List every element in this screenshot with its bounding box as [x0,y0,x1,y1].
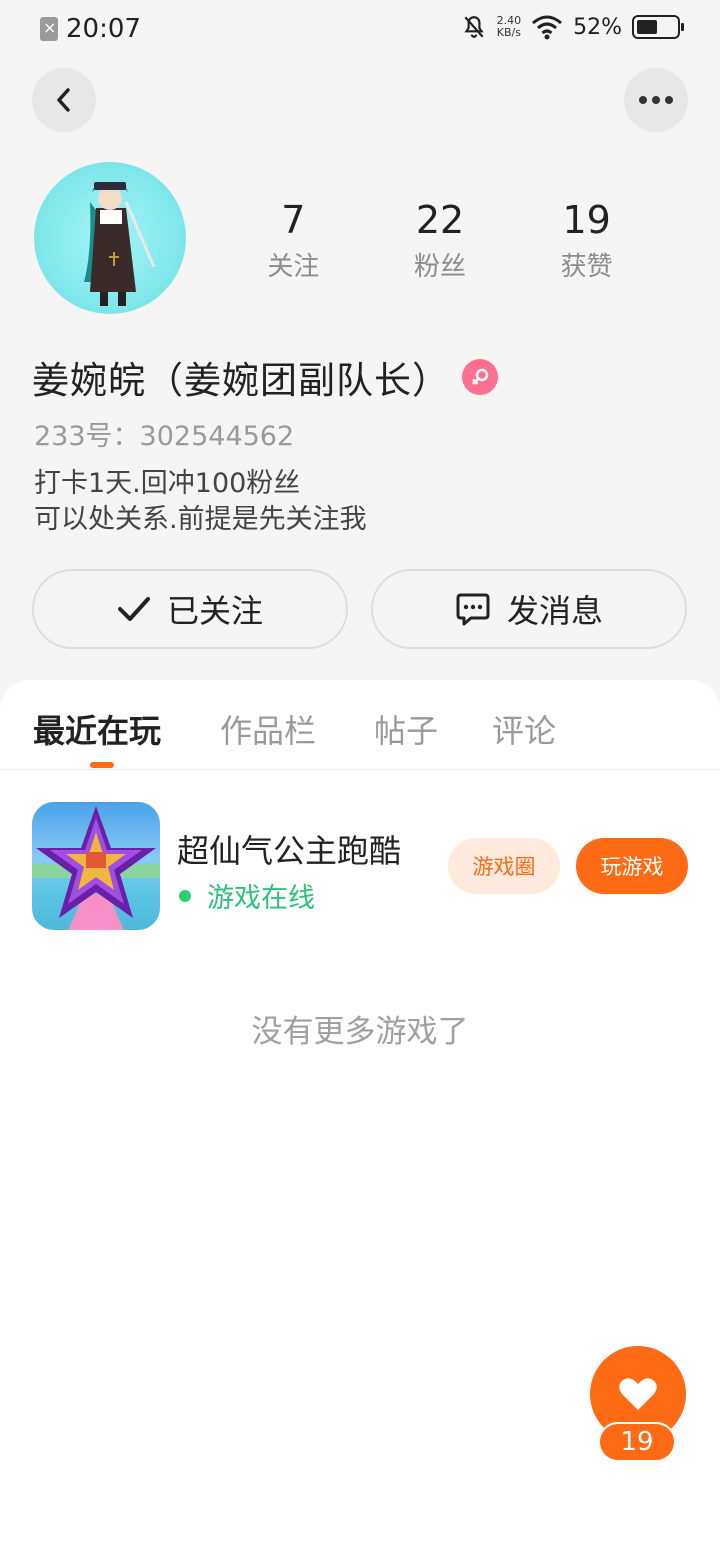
user-id-value: 302544562 [139,421,295,452]
followed-button-label: 已关注 [166,592,263,630]
back-button[interactable] [32,68,96,132]
heart-icon [619,1378,657,1410]
user-id-label: 233号： [34,421,140,452]
active-tab-indicator [90,762,114,768]
stat-followers[interactable]: 22 粉丝 [367,196,514,283]
tab-comments[interactable]: 评论 [492,706,556,752]
bio-line: 打卡1天.回冲100粉丝 [34,468,301,499]
game-star-icon [32,806,160,930]
stat-following-label: 关注 [267,252,320,282]
avatar-character-image [84,182,156,306]
chat-bubble-icon [456,593,490,626]
tab-posts[interactable]: 帖子 [374,706,438,752]
user-bio: 打卡1天.回冲100粉丝 可以处关系.前提是先关注我 [34,466,367,538]
more-button[interactable] [624,68,688,132]
user-id: 233号：302544562 [34,414,294,453]
profile-tabs: 最近在玩 作品栏 帖子 评论 [0,680,720,770]
stat-likes[interactable]: 19 获赞 [513,196,660,283]
bio-line: 可以处关系.前提是先关注我 [34,504,367,535]
battery-icon [632,15,684,39]
more-dots-icon [639,96,673,104]
send-message-button[interactable]: 发消息 [371,569,687,649]
game-icon[interactable] [32,802,160,930]
battery-percent: 52% [573,14,622,40]
name-row: 姜婉皖（姜婉团副队长） [32,350,498,404]
stat-following[interactable]: 7 关注 [220,196,367,283]
checkmark-icon [117,597,150,621]
network-speed: 2.40 KB/s [497,15,522,39]
avatar[interactable] [34,162,186,314]
network-speed-unit: KB/s [496,26,521,39]
online-dot-icon [179,889,191,902]
chevron-left-icon [57,88,70,112]
status-bar: 20:07 2.40 KB/s 52% [0,0,720,56]
game-circle-button[interactable]: 游戏圈 [448,838,560,894]
stat-followers-value: 22 [415,198,465,242]
status-time: 20:07 [66,14,141,44]
stat-likes-label: 获赞 [560,252,613,282]
female-gender-icon [462,359,498,395]
like-count: 19 [598,1422,676,1462]
stat-followers-label: 粉丝 [414,252,467,282]
followed-button[interactable]: 已关注 [32,569,348,649]
game-name: 超仙气公主跑酷 [177,832,402,870]
game-status: 游戏在线 [177,876,315,915]
wifi-icon [532,15,563,40]
battery-fill [637,20,657,34]
like-floating-button[interactable]: 19 [590,1346,686,1462]
stat-likes-value: 19 [562,198,611,242]
profile-stats: 7 关注 22 粉丝 19 获赞 [220,196,660,283]
play-game-button[interactable]: 玩游戏 [576,838,688,894]
game-list-item[interactable]: 超仙气公主跑酷 游戏在线 游戏圈 玩游戏 [32,802,688,930]
no-sim-icon [40,17,58,41]
game-status-text: 游戏在线 [207,883,315,914]
send-message-button-label: 发消息 [506,592,603,630]
stat-following-value: 7 [281,198,306,242]
user-name: 姜婉皖（姜婉团副队长） [32,359,450,402]
tab-recently-played[interactable]: 最近在玩 [33,706,161,752]
tab-works[interactable]: 作品栏 [220,706,316,752]
bell-off-icon [463,16,484,38]
no-more-games-text: 没有更多游戏了 [251,1014,469,1050]
